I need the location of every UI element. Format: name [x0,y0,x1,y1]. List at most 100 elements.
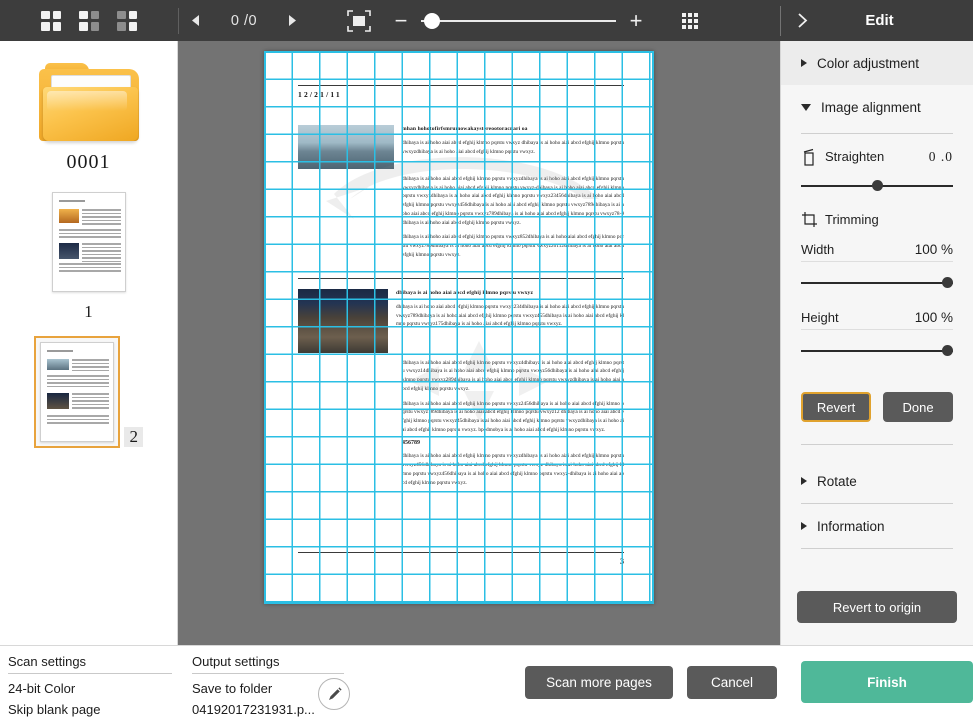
section-label: Image alignment [821,99,921,115]
edit-sidebar: Color adjustment Image alignment Straigh… [780,41,973,645]
document-paragraph-6: dhibaya is ai hoho aiai abcd efghij klmn… [402,400,624,433]
revert-to-origin-button[interactable]: Revert to origin [797,591,957,623]
document-footer: 3 [298,552,624,566]
thumbnail-page-label: 2 [124,427,143,447]
section-label: Color adjustment [817,55,920,71]
document-heading-2: dhibaya is ai hoho aiai abcd efghij klmn… [396,289,534,296]
section-information[interactable]: Information [781,504,973,548]
folder-icon [37,61,141,145]
zoom-in-button[interactable]: + [616,0,656,41]
height-value: 100 % [914,310,953,325]
document-page-number: 3 [620,557,624,566]
width-underline [801,261,953,262]
header-rule [298,85,624,86]
slider-thumb[interactable] [872,180,883,191]
zoom-out-button[interactable]: − [381,0,421,41]
document-paragraph-5: dhibaya is ai hoho aiai abcd efghij klmn… [402,359,624,392]
document-heading-1: mhan hohotofirfsmrumowakaystereootoracna… [402,126,528,132]
straighten-icon [801,148,817,166]
folder-label: 0001 [66,151,111,173]
pencil-icon[interactable] [318,678,350,710]
document-content: 12/21/11 mhan hohotofirfsmrumowakaystere… [264,51,654,604]
scanner-edit-window: 0 /0 − + Edit 0001 1 2 12/21/11 mhan hoh… [0,0,973,717]
revert-button[interactable]: Revert [801,392,872,422]
chevron-right-icon[interactable] [780,0,824,41]
slider-track [801,350,953,352]
section-image-alignment[interactable]: Image alignment [781,85,973,129]
document-number-line: 456789 [402,440,420,447]
document-photo-city [298,288,388,353]
width-label: Width [801,242,835,257]
height-underline [801,329,953,330]
scan-settings-heading: Scan settings [8,654,87,669]
grid-view-large-icon[interactable] [41,10,61,31]
zoom-slider-thumb[interactable] [424,13,440,29]
document-paragraph-2: dhibaya is ai hoho aiai abcd efghij klmn… [402,176,624,226]
thumbnail-page-2[interactable]: 2 [0,336,177,448]
zoom-slider[interactable] [421,0,616,41]
grid-view-medium-icon[interactable] [79,10,99,31]
panel-title: Edit [865,12,894,29]
fit-to-screen-icon[interactable] [337,0,381,41]
output-settings-heading: Output settings [192,654,280,669]
divider [801,133,953,134]
next-page-button[interactable] [275,0,309,41]
section-label: Rotate [817,473,857,489]
divider [801,444,953,445]
height-slider[interactable] [801,338,953,364]
zoom-slider-track [421,20,616,22]
section-rule [298,277,624,279]
trimming-label: Trimming [825,212,879,227]
thumbnail-page-1[interactable]: 1 [0,188,177,322]
bottom-bar: Scan settings 24-bit Color Skip blank pa… [0,645,973,717]
width-row: Width 100 % [801,242,953,257]
scan-settings-block: Scan settings 24-bit Color Skip blank pa… [8,654,172,717]
trimming-row: Trimming [801,211,953,228]
edit-panel-header: Edit [780,0,973,41]
folder-item[interactable]: 0001 [0,61,177,174]
document-photo-sky [298,125,394,169]
divider [801,548,953,549]
view-mode-group [0,0,178,41]
chevron-collapsed-icon [801,59,807,67]
grid-view-small-icon[interactable] [117,10,137,31]
height-row: Height 100 % [801,310,953,325]
cancel-button[interactable]: Cancel [687,665,777,699]
done-button[interactable]: Done [883,392,953,422]
section-color-adjustment[interactable]: Color adjustment [781,41,973,85]
chevron-collapsed-icon [801,477,807,485]
heading-underline [192,673,344,674]
alignment-actions: Revert Done [801,392,953,422]
slider-track [801,282,953,284]
thumbnail-image [51,192,126,292]
straighten-row: Straighten 0 .0 [801,148,953,166]
page-counter: 0 /0 [230,12,258,29]
section-rotate[interactable]: Rotate [781,459,973,503]
scan-more-pages-button[interactable]: Scan more pages [525,665,673,699]
document-page: 12/21/11 mhan hohotofirfsmrumowakaystere… [264,51,654,604]
page-nav-zoom-group: 0 /0 − + [179,0,780,41]
trimming-icon [801,211,817,228]
document-date: 12/21/11 [298,90,342,99]
slider-thumb[interactable] [942,277,953,288]
slider-thumb[interactable] [942,345,953,356]
straighten-label: Straighten [825,149,885,164]
finish-button[interactable]: Finish [801,661,973,703]
chevron-expanded-icon [801,103,811,111]
previous-page-button[interactable] [179,0,213,41]
toolbar-divider-right [780,6,781,36]
document-paragraph-7: dhibaya is ai hoho aiai abcd efghij klmn… [402,453,624,486]
thumbnail-page-label: 1 [84,302,93,321]
section-label: Information [817,518,885,534]
height-label: Height [801,310,839,325]
document-paragraph-4: dhibaya is ai hoho aiai abcd efghij klmn… [396,304,624,328]
width-slider[interactable] [801,270,953,296]
document-preview-area[interactable]: 12/21/11 mhan hohotofirfsmrumowakaystere… [178,41,780,645]
straighten-value: 0 .0 [928,148,953,164]
scan-settings-value-2: Skip blank page [8,701,101,717]
straighten-slider[interactable] [801,173,953,199]
scan-settings-value-1: 24-bit Color [8,681,76,696]
grid-apps-icon[interactable] [682,12,698,29]
document-paragraph-1: dhibaya is ai hoho aiai abcd efghij klmn… [402,140,624,156]
chevron-collapsed-icon [801,522,807,530]
